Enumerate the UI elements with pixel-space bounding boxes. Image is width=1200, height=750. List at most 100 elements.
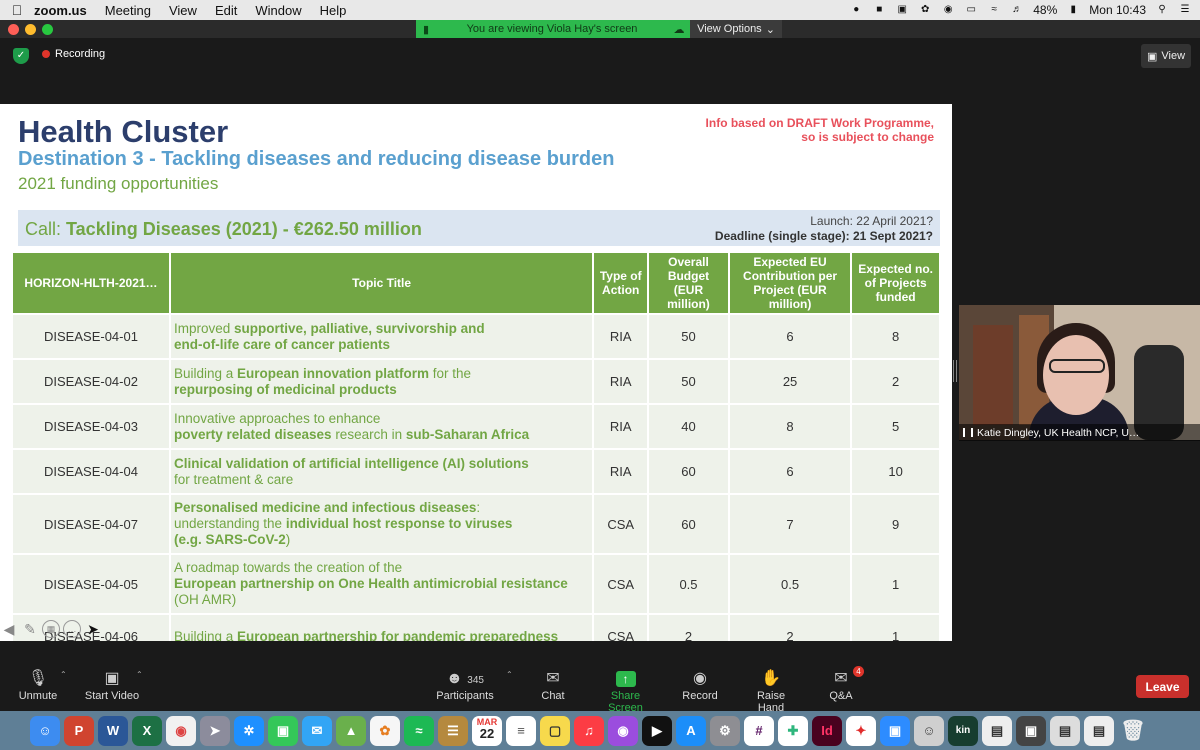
participants-button[interactable]: ☻ 345 Participants ⌃ bbox=[436, 668, 512, 702]
battery-icon[interactable]: ▮ bbox=[1066, 4, 1080, 16]
facetime-icon[interactable]: ▣ bbox=[268, 715, 298, 746]
leave-button[interactable]: Leave bbox=[1136, 675, 1189, 698]
spotify-icon[interactable]: ≈ bbox=[404, 715, 434, 746]
stickies-icon[interactable]: ▢ bbox=[540, 715, 570, 746]
volume-icon[interactable]: ♬ bbox=[1010, 4, 1024, 16]
messages-icon[interactable]: ✉ bbox=[302, 715, 332, 746]
indesign-icon[interactable]: Id bbox=[812, 715, 842, 746]
file-icon[interactable]: ▤ bbox=[1084, 715, 1114, 746]
five-icon[interactable]: ▣ bbox=[895, 4, 909, 16]
topic-title-text-line-2: understanding the bbox=[173, 516, 286, 531]
word-icon[interactable]: W bbox=[98, 715, 128, 746]
finder-icon[interactable]: ☺ bbox=[30, 715, 60, 746]
share-screen-button[interactable]: ↑ Share Screen bbox=[594, 668, 657, 714]
reminders-icon[interactable]: ≡ bbox=[506, 715, 536, 746]
unmute-button[interactable]: 🎙 Unmute ⌃ bbox=[18, 668, 67, 702]
pen-icon[interactable]: ✎ bbox=[21, 620, 39, 638]
view-button-label: View bbox=[1161, 50, 1186, 62]
maximize-window-icon[interactable] bbox=[42, 24, 53, 35]
trash-icon[interactable]: 🗑 bbox=[1118, 716, 1148, 746]
topic-title-bold-line-2: poverty related diseases bbox=[173, 426, 332, 442]
slides-grid-icon[interactable]: ▦ bbox=[42, 620, 60, 638]
music-icon[interactable]: ♫ bbox=[574, 715, 604, 746]
menu-view[interactable]: View bbox=[169, 3, 197, 18]
eu-contribution: 25 bbox=[729, 360, 851, 403]
previous-slide-icon[interactable]: ◀ bbox=[0, 620, 18, 638]
teams-icon[interactable]: ✚ bbox=[778, 715, 808, 746]
clock[interactable]: Mon 10:43 bbox=[1089, 3, 1146, 17]
zoom-icon[interactable]: ▣ bbox=[880, 715, 910, 746]
view-button[interactable]: ▣ View bbox=[1141, 44, 1191, 68]
header-type: Type of Action bbox=[594, 253, 648, 313]
airplay-icon[interactable]: ▭ bbox=[964, 4, 978, 16]
status-icon[interactable]: ■ bbox=[872, 4, 886, 16]
start-video-button[interactable]: ▣ Start Video ⌃ bbox=[84, 668, 143, 702]
topic-code: DISEASE-04-01 bbox=[13, 315, 169, 358]
topic-title: Building a European partnership for pand… bbox=[170, 615, 593, 641]
notification-icon[interactable]: ● bbox=[849, 4, 863, 16]
launchpad-icon[interactable]: ➤ bbox=[200, 715, 230, 746]
chat-button[interactable]: ✉ Chat bbox=[540, 668, 566, 702]
menu-help[interactable]: Help bbox=[320, 3, 347, 18]
notes-icon[interactable]: ☰ bbox=[438, 715, 468, 746]
close-window-icon[interactable] bbox=[8, 24, 19, 35]
view-options-label: View Options bbox=[697, 23, 762, 35]
chrome-icon[interactable]: ◉ bbox=[166, 715, 196, 746]
topic-title-bold: European innovation platform bbox=[237, 365, 430, 381]
record-button[interactable]: ◉ Record bbox=[682, 668, 718, 702]
menu-edit[interactable]: Edit bbox=[215, 3, 237, 18]
topic-title-bold-line-3: (e.g. SARS-CoV-2 bbox=[173, 532, 286, 547]
eu-contribution: 8 bbox=[729, 405, 851, 448]
raise-hand-button[interactable]: ✋ Raise Hand bbox=[744, 668, 798, 714]
calendar-icon[interactable]: MAR 22 bbox=[472, 715, 502, 746]
screenshot-icon[interactable]: ▤ bbox=[1050, 715, 1080, 746]
menu-window[interactable]: Window bbox=[255, 3, 301, 18]
document-icon[interactable]: ▤ bbox=[982, 715, 1012, 746]
photos-icon[interactable]: ✿ bbox=[370, 715, 400, 746]
slack-icon[interactable]: # bbox=[744, 715, 774, 746]
window-thumb-icon[interactable]: ▣ bbox=[1016, 715, 1046, 746]
minimize-window-icon[interactable] bbox=[25, 24, 36, 35]
deadline-date: Deadline (single stage): 21 Sept 2021? bbox=[714, 229, 933, 243]
apple-menu-icon[interactable]:  bbox=[0, 2, 34, 18]
menu-app-name[interactable]: zoom.us bbox=[34, 3, 87, 18]
podcasts-icon[interactable]: ◉ bbox=[608, 715, 638, 746]
topic-code: DISEASE-04-07 bbox=[13, 495, 169, 553]
shared-screen[interactable]: Health Cluster Destination 3 - Tackling … bbox=[0, 104, 952, 641]
shield-icon[interactable]: ✓ bbox=[13, 48, 29, 64]
maps-icon[interactable]: ▲ bbox=[336, 715, 366, 746]
screen-record-icon[interactable]: ◉ bbox=[941, 4, 955, 16]
search-icon[interactable]: ⚲ bbox=[1155, 4, 1169, 16]
photo-thumb-icon[interactable]: ☺ bbox=[914, 715, 944, 746]
split-drag-handle[interactable] bbox=[953, 360, 957, 382]
kin-icon[interactable]: kin bbox=[948, 715, 978, 746]
more-options-icon[interactable]: … bbox=[63, 620, 81, 638]
view-options-button[interactable]: View Options ⌄ bbox=[690, 20, 782, 38]
participants-caret-icon[interactable]: ⌃ bbox=[506, 670, 513, 679]
slide-controls: ◀ ✎ ▦ … ➤ bbox=[0, 620, 102, 638]
eu-contribution: 0.5 bbox=[729, 555, 851, 613]
dock: ☺ P W X ◉ ➤ ✲ ▣ ✉ ▲ ✿ ≈ ☰ MAR 22 ≡ ▢ ♫ ◉ … bbox=[0, 711, 1200, 750]
topic-title-bold-line-2: end-of-life care of cancer patients bbox=[173, 336, 391, 352]
video-options-caret-icon[interactable]: ⌃ bbox=[136, 670, 143, 679]
audio-options-caret-icon[interactable]: ⌃ bbox=[60, 670, 67, 679]
topic-title-text-line-2: research in bbox=[331, 426, 406, 442]
acrobat-icon[interactable]: ✦ bbox=[846, 715, 876, 746]
topic-title-text-after: : bbox=[476, 500, 481, 515]
control-center-icon[interactable]: ☰ bbox=[1178, 4, 1192, 16]
participant-video[interactable] bbox=[959, 305, 1200, 440]
table-row: DISEASE-04-07 Personalised medicine and … bbox=[13, 495, 939, 553]
action-type: RIA bbox=[594, 315, 648, 358]
excel-icon[interactable]: X bbox=[132, 715, 162, 746]
creative-cloud-icon[interactable]: ✿ bbox=[918, 4, 932, 16]
settings-icon[interactable]: ⚙ bbox=[710, 715, 740, 746]
safari-icon[interactable]: ✲ bbox=[234, 715, 264, 746]
menu-meeting[interactable]: Meeting bbox=[105, 3, 151, 18]
next-slide-icon[interactable]: ➤ bbox=[84, 620, 102, 638]
raise-hand-icon: ✋ bbox=[761, 670, 781, 687]
wifi-icon[interactable]: ≈ bbox=[987, 4, 1001, 16]
appstore-icon[interactable]: A bbox=[676, 715, 706, 746]
qa-button[interactable]: ✉ 4 Q&A bbox=[829, 666, 864, 702]
powerpoint-icon[interactable]: P bbox=[64, 715, 94, 746]
appletv-icon[interactable]: ▶ bbox=[642, 715, 672, 746]
